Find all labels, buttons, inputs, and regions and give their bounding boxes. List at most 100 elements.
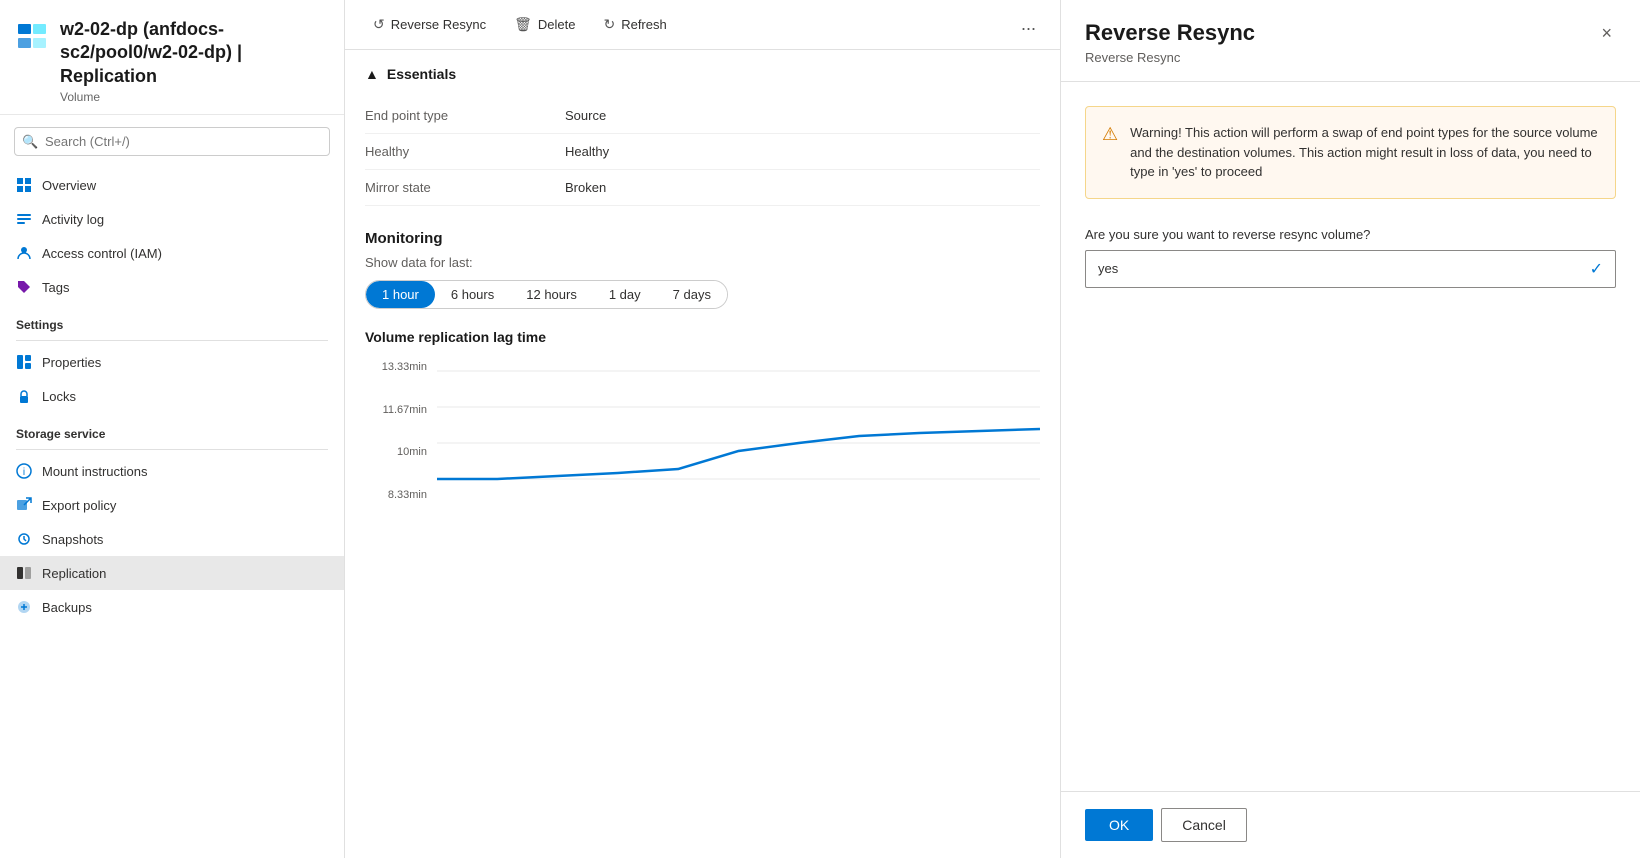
essentials-grid: End point type Source Healthy Healthy Mi… [365, 98, 1040, 206]
time-selector: 1 hour 6 hours 12 hours 1 day 7 days [365, 280, 728, 309]
sidebar-item-label: Overview [42, 178, 96, 193]
search-box: 🔍 [14, 127, 330, 156]
mount-icon: i [16, 463, 32, 479]
properties-icon [16, 354, 32, 370]
warning-box: ⚠ Warning! This action will perform a sw… [1085, 106, 1616, 199]
essentials-toggle-icon[interactable]: ▲ [365, 66, 379, 82]
chart-container: 13.33min 11.67min 10min 8.33min [365, 361, 1040, 521]
storage-divider [16, 449, 328, 450]
refresh-button[interactable]: ↻ Refresh [591, 10, 678, 39]
monitoring-title: Monitoring [365, 230, 1040, 247]
sidebar-item-label: Backups [42, 600, 92, 615]
essentials-row: Healthy Healthy [365, 134, 1040, 170]
time-option-1day[interactable]: 1 day [593, 281, 657, 308]
storage-section-label: Storage service [0, 413, 344, 445]
settings-section-label: Settings [0, 304, 344, 336]
sidebar-item-tags[interactable]: Tags [0, 270, 344, 304]
delete-icon: 🗑 [514, 16, 532, 33]
iam-icon [16, 245, 32, 261]
cancel-button[interactable]: Cancel [1161, 808, 1247, 842]
confirm-input[interactable] [1086, 253, 1578, 284]
sidebar-item-export-policy[interactable]: Export policy [0, 488, 344, 522]
dialog-title: Reverse Resync [1085, 20, 1255, 46]
chart-title: Volume replication lag time [365, 329, 1040, 345]
main-content: ↺ Reverse Resync 🗑 Delete ↻ Refresh ... … [345, 0, 1060, 858]
sidebar-item-backups[interactable]: Backups [0, 590, 344, 624]
left-panel: w2-02-dp (anfdocs-sc2/pool0/w2-02-dp) | … [0, 0, 345, 858]
activity-icon [16, 211, 32, 227]
essentials-label: Healthy [365, 144, 565, 159]
svg-text:i: i [23, 467, 25, 478]
resource-icon [16, 20, 48, 52]
y-label-1: 13.33min [365, 361, 435, 373]
warning-icon: ⚠ [1102, 124, 1118, 182]
search-icon: 🔍 [22, 134, 38, 150]
delete-button[interactable]: 🗑 Delete [502, 10, 587, 39]
sidebar-item-locks[interactable]: Locks [0, 379, 344, 413]
sidebar-item-label: Snapshots [42, 532, 103, 547]
more-button[interactable]: ... [1013, 10, 1044, 39]
sidebar-item-overview[interactable]: Overview [0, 168, 344, 202]
monitoring-subtitle: Show data for last: [365, 255, 1040, 270]
snapshots-icon [16, 531, 32, 547]
toolbar: ↺ Reverse Resync 🗑 Delete ↻ Refresh ... [345, 0, 1060, 50]
chart-y-labels: 13.33min 11.67min 10min 8.33min [365, 361, 435, 501]
confirm-input-wrapper: ✓ [1085, 250, 1616, 288]
sidebar-item-label: Tags [42, 280, 69, 295]
refresh-icon: ↻ [603, 16, 615, 33]
nav-list: Overview Activity log Access control (IA… [0, 168, 344, 858]
check-icon: ✓ [1578, 251, 1615, 287]
essentials-value: Healthy [565, 144, 609, 159]
sidebar-item-replication[interactable]: Replication [0, 556, 344, 590]
tags-icon [16, 279, 32, 295]
content-area: ▲ Essentials End point type Source Healt… [345, 50, 1060, 858]
essentials-value: Source [565, 108, 606, 123]
essentials-value: Broken [565, 180, 606, 195]
y-label-3: 10min [365, 446, 435, 458]
time-option-12hours[interactable]: 12 hours [510, 281, 593, 308]
reverse-resync-icon: ↺ [373, 16, 385, 33]
essentials-header: ▲ Essentials [365, 66, 1040, 82]
ok-button[interactable]: OK [1085, 809, 1153, 841]
essentials-row: Mirror state Broken [365, 170, 1040, 206]
essentials-label: End point type [365, 108, 565, 123]
dialog-body: ⚠ Warning! This action will perform a sw… [1061, 82, 1640, 791]
sidebar-item-label: Locks [42, 389, 76, 404]
confirm-label: Are you sure you want to reverse resync … [1085, 227, 1616, 242]
search-input[interactable] [14, 127, 330, 156]
close-button[interactable]: × [1597, 20, 1616, 46]
sidebar-item-label: Access control (IAM) [42, 246, 162, 261]
resource-title: w2-02-dp (anfdocs-sc2/pool0/w2-02-dp) | … [60, 18, 328, 88]
monitoring-section: Monitoring Show data for last: 1 hour 6 … [365, 230, 1040, 521]
settings-divider [16, 340, 328, 341]
overview-icon [16, 177, 32, 193]
export-icon [16, 497, 32, 513]
replication-icon [16, 565, 32, 581]
locks-icon [16, 388, 32, 404]
chart-plot [437, 361, 1040, 501]
essentials-label: Mirror state [365, 180, 565, 195]
y-label-2: 11.67min [365, 404, 435, 416]
sidebar-item-label: Properties [42, 355, 101, 370]
reverse-resync-panel: Reverse Resync Reverse Resync × ⚠ Warnin… [1060, 0, 1640, 858]
essentials-title: Essentials [387, 66, 456, 82]
confirm-section: Are you sure you want to reverse resync … [1085, 227, 1616, 288]
sidebar-item-label: Mount instructions [42, 464, 148, 479]
sidebar-item-iam[interactable]: Access control (IAM) [0, 236, 344, 270]
warning-text: Warning! This action will perform a swap… [1130, 123, 1599, 182]
sidebar-item-snapshots[interactable]: Snapshots [0, 522, 344, 556]
time-option-7days[interactable]: 7 days [657, 281, 727, 308]
time-option-1hour[interactable]: 1 hour [366, 281, 435, 308]
sidebar-item-properties[interactable]: Properties [0, 345, 344, 379]
y-label-4: 8.33min [365, 489, 435, 501]
sidebar-item-label: Export policy [42, 498, 116, 513]
chart-section: Volume replication lag time 13.33min 11.… [365, 329, 1040, 521]
dialog-subtitle: Reverse Resync [1085, 50, 1255, 65]
dialog-footer: OK Cancel [1061, 791, 1640, 858]
time-option-6hours[interactable]: 6 hours [435, 281, 510, 308]
sidebar-item-activity-log[interactable]: Activity log [0, 202, 344, 236]
sidebar-item-mount-instructions[interactable]: i Mount instructions [0, 454, 344, 488]
essentials-row: End point type Source [365, 98, 1040, 134]
resource-header: w2-02-dp (anfdocs-sc2/pool0/w2-02-dp) | … [0, 0, 344, 115]
reverse-resync-button[interactable]: ↺ Reverse Resync [361, 10, 498, 39]
